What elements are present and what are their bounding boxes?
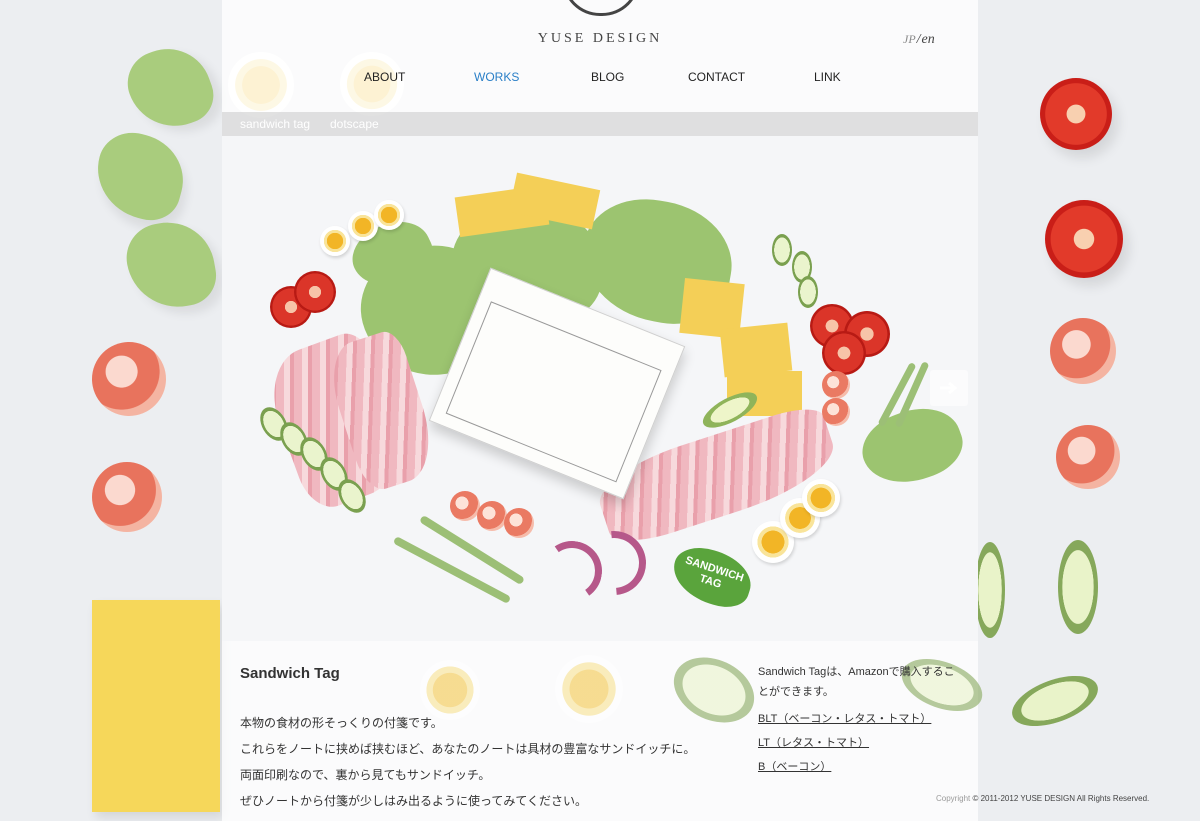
shrimp [504, 508, 534, 538]
language-en-link[interactable]: en [922, 32, 935, 47]
description-line: 両面印刷なので、裏から見てもサンドイッチ。 [240, 768, 491, 782]
cucumber-shape [975, 542, 1005, 638]
cucumber-slice [798, 276, 818, 308]
subnav-sandwich-tag[interactable]: sandwich tag [240, 117, 310, 131]
lettuce-shape [121, 215, 221, 315]
site-logo[interactable]: YUSE DESIGN [500, 31, 700, 47]
cucumber-shape [1005, 665, 1105, 737]
lettuce-leaf [853, 396, 971, 496]
footer-copyright: Copyright © 2011-2012 YUSE DESIGN All Ri… [936, 794, 1150, 803]
next-work-button[interactable] [930, 370, 968, 406]
egg-slice [320, 226, 350, 256]
main-nav: ABOUT WORKS BLOG CONTACT LINK [0, 70, 1200, 86]
shrimp [450, 491, 480, 521]
shrimp-shape [92, 462, 162, 532]
nav-blog[interactable]: BLOG [591, 70, 624, 84]
work-hero-image: SANDWICH TAG [222, 136, 978, 641]
nav-works[interactable]: WORKS [474, 70, 519, 84]
tomato-shape [1040, 78, 1112, 150]
lettuce-shape [86, 125, 194, 227]
description-line: これらをノートに挟めば挟むほど、あなたのノートは具材の豊富なサンドイッチに。 [240, 742, 696, 756]
egg-slice [374, 200, 404, 230]
cucumber-shape [1058, 540, 1098, 634]
tomato-slice [294, 271, 336, 313]
shrimp [822, 398, 850, 426]
arrow-right-icon [940, 381, 958, 395]
egg-slice [802, 479, 840, 517]
purchase-intro: Sandwich Tagは、Amazonで購入することができます。 [758, 666, 955, 698]
nav-contact[interactable]: CONTACT [688, 70, 745, 84]
language-jp-link[interactable]: JP [903, 32, 916, 46]
work-title: Sandwich Tag [240, 665, 340, 682]
cheese-slice [719, 322, 793, 378]
shrimp-shape [1056, 425, 1120, 489]
description-line: 本物の食材の形そっくりの付箋です。 [240, 716, 443, 730]
shrimp [477, 501, 507, 531]
nav-link[interactable]: LINK [814, 70, 841, 84]
description-line: ぜひノートから付箋が少しはみ出るように使ってみてください。 [240, 794, 588, 808]
tomato-slice [822, 331, 866, 375]
purchase-link-blt[interactable]: BLT（ベーコン・レタス・トマト） [758, 710, 958, 726]
purchase-link-lt[interactable]: LT（レタス・トマト） [758, 734, 958, 750]
asparagus [392, 535, 512, 605]
work-description: 本物の食材の形そっくりの付箋です。 これらをノートに挟めば挟むほど、あなたのノー… [240, 710, 695, 814]
lettuce-shape [118, 36, 222, 140]
sandwich-tag-badge: SANDWICH TAG [665, 539, 759, 615]
language-switch: JP/en [903, 32, 935, 47]
tomato-shape [1045, 200, 1123, 278]
cheese-shape [92, 600, 220, 812]
nav-about[interactable]: ABOUT [364, 70, 405, 84]
purchase-link-b[interactable]: B（ベーコン） [758, 758, 958, 774]
shrimp [822, 371, 850, 399]
subnav-dotscape[interactable]: dotscape [330, 117, 379, 131]
purchase-info: Sandwich Tagは、Amazonで購入することができます。 BLT（ベー… [758, 662, 958, 774]
cucumber-slice [772, 234, 792, 266]
shrimp-shape [1050, 318, 1116, 384]
works-subnav: sandwich tag dotscape [222, 112, 978, 136]
shrimp-shape [92, 342, 166, 416]
